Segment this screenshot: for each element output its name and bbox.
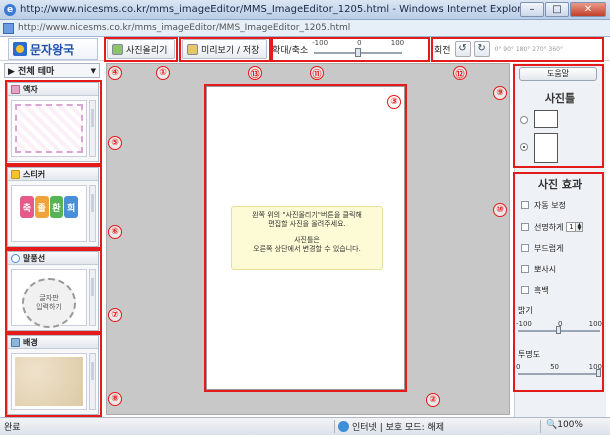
annotation-number: ⑪ bbox=[310, 66, 324, 80]
annotation-number: ⑤ bbox=[108, 136, 122, 150]
address-url[interactable]: http://www.nicesms.co.kr/mms_imageEditor… bbox=[18, 23, 350, 33]
annotation-box-8 bbox=[5, 333, 102, 417]
window-title: http://www.nicesms.co.kr/mms_imageEditor… bbox=[20, 4, 532, 15]
zoom-level-value: 100% bbox=[557, 420, 583, 430]
page-icon bbox=[3, 22, 14, 34]
theme-select[interactable]: ▶ 전체 테마 ▼ bbox=[4, 63, 100, 78]
security-zone[interactable]: 인터넷 | 보호 모드: 해제 bbox=[338, 420, 444, 433]
annotation-number: ⑩ bbox=[493, 203, 507, 217]
annotation-box-5 bbox=[5, 80, 102, 165]
annotation-number: ③ bbox=[387, 95, 401, 109]
annotation-number: ⑥ bbox=[108, 225, 122, 239]
logo-text: 문자왕국 bbox=[30, 42, 75, 57]
annotation-number: ⑦ bbox=[108, 308, 122, 322]
annotation-number: ② bbox=[426, 393, 440, 407]
status-divider bbox=[540, 420, 541, 433]
annotation-number: ① bbox=[156, 66, 170, 80]
status-bar: 완료 인터넷 | 보호 모드: 해제 🔍 100% bbox=[0, 417, 610, 435]
address-bar[interactable]: http://www.nicesms.co.kr/mms_imageEditor… bbox=[0, 20, 610, 37]
magnifier-icon: 🔍 bbox=[546, 420, 558, 430]
annotation-number: ⑨ bbox=[493, 86, 507, 100]
chevron-down-icon: ▼ bbox=[90, 67, 96, 75]
annotation-box-11 bbox=[271, 37, 430, 62]
annotation-box-1 bbox=[104, 37, 178, 62]
close-button[interactable]: ✕ bbox=[570, 2, 606, 17]
maximize-button[interactable]: □ bbox=[545, 2, 569, 17]
ie-icon: e bbox=[4, 3, 16, 16]
annotation-number: ⑧ bbox=[108, 392, 122, 406]
status-text: 완료 bbox=[4, 423, 21, 433]
window-controls: – □ ✕ bbox=[520, 2, 606, 17]
security-zone-label: 인터넷 | 보호 모드: 해제 bbox=[352, 423, 445, 433]
zoom-level[interactable]: 🔍 100% bbox=[546, 420, 583, 430]
annotation-box-3 bbox=[204, 84, 407, 392]
theme-select-value: ▶ 전체 테마 bbox=[8, 67, 55, 77]
globe-icon bbox=[338, 421, 349, 432]
annotation-box-7 bbox=[5, 249, 102, 333]
app-logo[interactable]: 문자왕국 bbox=[8, 38, 98, 60]
window-titlebar: e http://www.nicesms.co.kr/mms_imageEdit… bbox=[0, 0, 610, 20]
annotation-number: ⑫ bbox=[453, 66, 467, 80]
annotation-box-10 bbox=[513, 172, 604, 392]
annotation-box-9 bbox=[513, 64, 604, 168]
annotation-box-6 bbox=[5, 165, 102, 249]
annotation-box-12 bbox=[431, 37, 604, 62]
annotation-number: ④ bbox=[108, 66, 122, 80]
logo-mark-icon bbox=[13, 42, 27, 56]
status-divider bbox=[334, 420, 335, 433]
annotation-number: ⑬ bbox=[248, 66, 262, 80]
minimize-button[interactable]: – bbox=[520, 2, 544, 17]
annotation-box-13 bbox=[179, 37, 271, 62]
